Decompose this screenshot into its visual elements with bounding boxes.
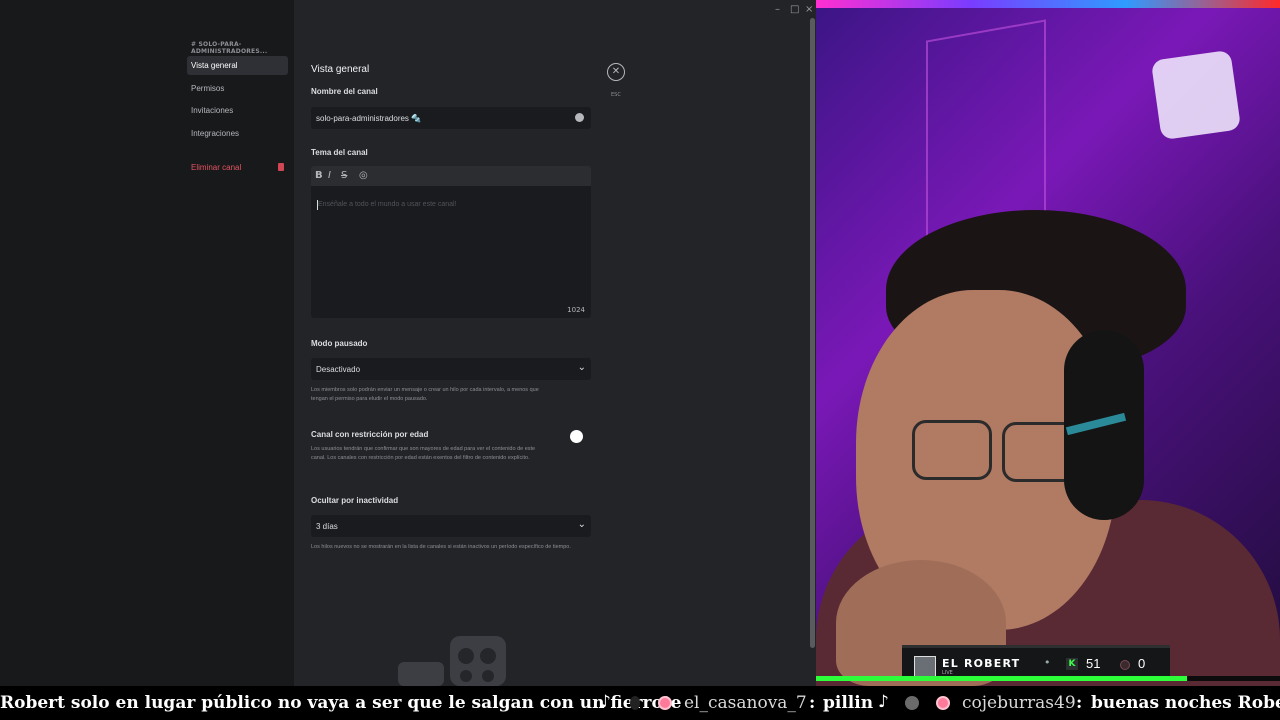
settings-content: [294, 0, 816, 686]
age-restricted-help: Los usuarios tendrán que confirmar que s…: [311, 446, 536, 461]
close-settings-button[interactable]: ✕: [607, 63, 625, 81]
wall-frame: [926, 19, 1046, 241]
discord-settings-window: # SOLO-PARA-ADMINISTRADORES... Vista gen…: [0, 0, 816, 686]
separator: •: [1044, 656, 1051, 669]
progress-line: [816, 676, 1280, 681]
inactivity-select[interactable]: 3 días ⌄: [311, 515, 591, 537]
streamer-name: EL ROBERT: [942, 657, 1021, 670]
alarm-icon: [936, 696, 950, 710]
wall-logo: [1150, 49, 1242, 141]
topic-label: Tema del canal: [311, 148, 368, 157]
spoiler-icon[interactable]: ◎: [359, 170, 368, 181]
secondary-count: 0: [1138, 656, 1146, 671]
inactivity-value: 3 días: [316, 522, 338, 531]
chat-ticker: Robert solo en lugar público no vaya a s…: [0, 686, 1280, 720]
topic-toolbar: B I S ◎: [311, 166, 591, 186]
inactivity-help: Los hilos nuevos no se mostrarán en la l…: [311, 544, 571, 550]
alarm-icon: [658, 696, 672, 710]
chevron-down-icon: ⌄: [577, 519, 586, 530]
slowmode-label: Modo pausado: [311, 339, 368, 348]
ticker-message: Robert solo en lugar público no vaya a s…: [0, 693, 682, 713]
page-title: Vista general: [311, 64, 370, 75]
follower-icon: [1120, 660, 1130, 670]
ticker-message: buenas noches Robert: [1091, 693, 1280, 713]
slowmode-value: Desactivado: [316, 365, 361, 374]
glasses-left: [912, 420, 992, 480]
channel-name-input[interactable]: solo-para-administradores 🔩: [311, 107, 591, 129]
channel-name-value: solo-para-administradores 🔩: [316, 114, 422, 123]
close-window-button[interactable]: ×: [805, 4, 813, 15]
bold-icon[interactable]: B: [315, 170, 323, 181]
channel-name-label: Nombre del canal: [311, 87, 378, 96]
esc-label: ESC: [611, 92, 621, 98]
ticker-username: el_casanova_7: [684, 693, 807, 713]
sidebar-item-integrations[interactable]: Integraciones: [187, 124, 288, 143]
ticker-colon: :: [809, 693, 816, 713]
chevron-down-icon: ⌄: [577, 362, 586, 373]
italic-icon[interactable]: I: [328, 170, 331, 181]
channel-category-heading: # SOLO-PARA-ADMINISTRADORES...: [191, 41, 268, 55]
ticker-username: cojeburras49: [962, 693, 1076, 713]
tiktok-icon: ♪: [600, 692, 611, 712]
minimize-button[interactable]: –: [775, 4, 780, 15]
badge-icon: [905, 696, 919, 710]
badge-icon: [630, 696, 640, 710]
viewer-count: 51: [1086, 656, 1101, 671]
age-restricted-label: Canal con restricción por edad: [311, 430, 429, 439]
maximize-button[interactable]: □: [790, 4, 799, 15]
inactivity-label: Ocultar por inactividad: [311, 496, 399, 505]
avatar: [914, 656, 936, 678]
sidebar-item-invitations[interactable]: Invitaciones: [187, 101, 288, 120]
trash-icon: [278, 163, 284, 171]
topic-textarea[interactable]: Enséñale a todo el mundo a usar este can…: [311, 186, 591, 318]
ticker-colon: :: [1076, 693, 1083, 713]
sidebar-item-overview[interactable]: Vista general: [187, 56, 288, 75]
tiktok-icon: ♪: [878, 692, 889, 712]
webcam-feed: EL ROBERT LIVE • K 51 0: [816, 0, 1280, 686]
slowmode-select[interactable]: Desactivado ⌄: [311, 358, 591, 380]
settings-sidebar: # SOLO-PARA-ADMINISTRADORES... Vista gen…: [0, 0, 294, 686]
age-restricted-toggle[interactable]: [570, 430, 583, 443]
scrollbar[interactable]: [810, 18, 815, 648]
kick-icon: K: [1066, 658, 1078, 670]
decorative-illustration: [398, 636, 506, 686]
delete-channel-button[interactable]: Eliminar canal: [187, 158, 288, 177]
strikethrough-icon[interactable]: S: [341, 170, 347, 181]
slowmode-help: Los miembros solo podrán enviar un mensa…: [311, 387, 539, 402]
emoji-icon[interactable]: [575, 113, 584, 122]
topic-placeholder: Enséñale a todo el mundo a usar este can…: [318, 201, 457, 208]
neon-strip: [816, 0, 1280, 8]
sidebar-item-permissions[interactable]: Permisos: [187, 79, 288, 98]
character-counter: 1024: [567, 306, 585, 314]
ticker-message: pillin: [823, 693, 874, 713]
